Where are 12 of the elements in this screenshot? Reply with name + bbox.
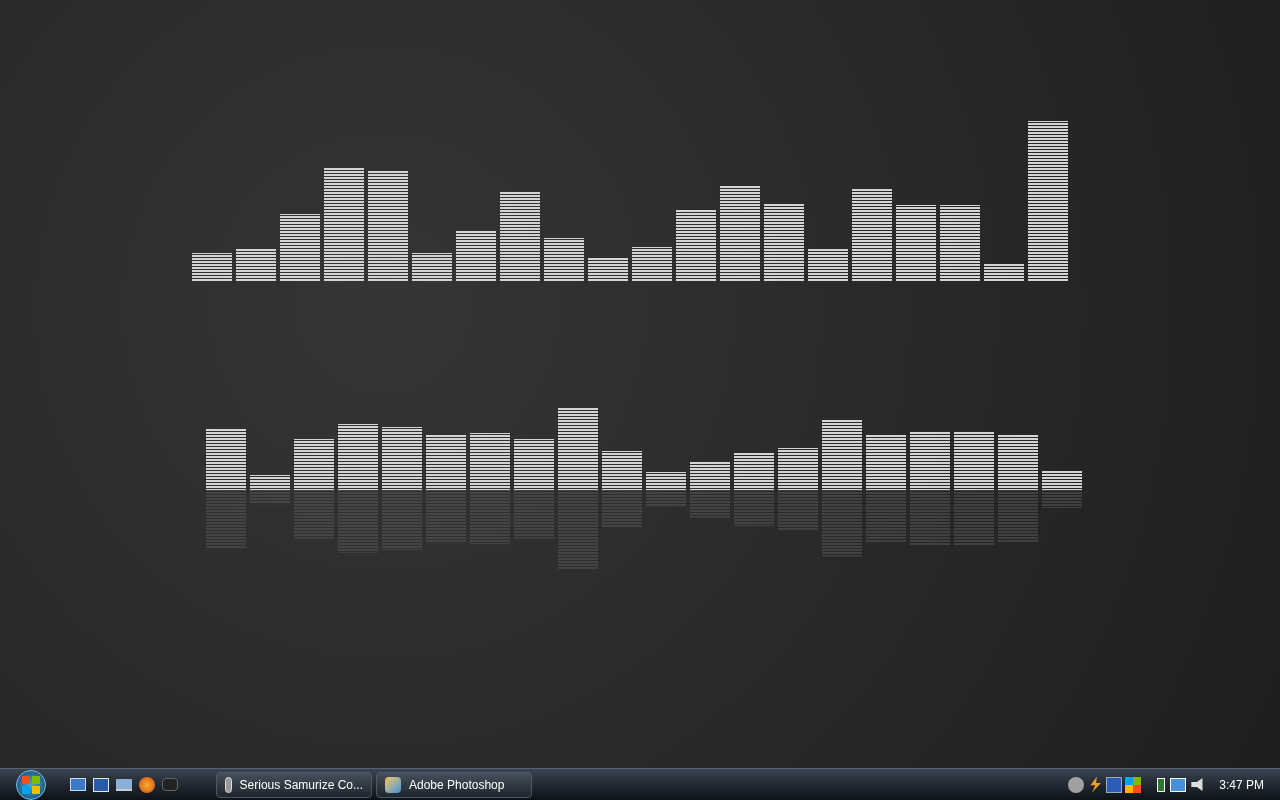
start-button[interactable] [16,769,46,800]
battery-icon[interactable] [1157,777,1166,792]
taskbar-button[interactable]: Serious Samurize Co... [216,771,372,798]
switch-windows-icon[interactable] [93,777,109,792]
windows-logo-icon [21,774,41,795]
browser-icon[interactable] [139,776,155,793]
computer-icon[interactable] [116,778,132,791]
brush-icon [385,776,401,793]
show-desktop-icon[interactable] [70,778,86,791]
grid-icon[interactable] [1125,776,1142,793]
clock[interactable]: 3:47 PM [1219,775,1264,794]
taskbar-button[interactable]: Adobe Photoshop [376,771,532,798]
